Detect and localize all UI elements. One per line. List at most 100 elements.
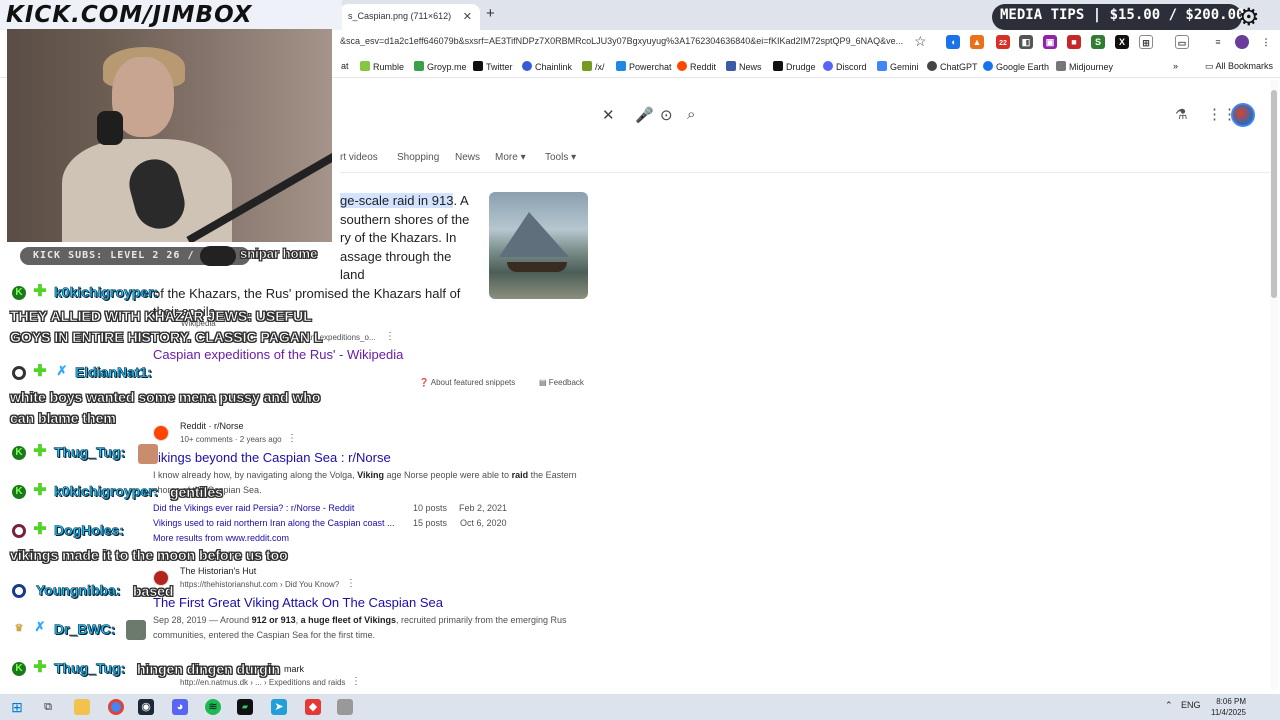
scrollbar-thumb[interactable] xyxy=(1271,90,1277,298)
extension-badge-icon[interactable]: 22 xyxy=(996,35,1010,49)
file-explorer-icon[interactable] xyxy=(74,699,90,715)
result-title-link[interactable]: Caspian expeditions of the Rus' - Wikipe… xyxy=(153,347,403,362)
profile-avatar[interactable] xyxy=(1235,35,1249,49)
sublink[interactable]: Vikings used to raid northern Iran along… xyxy=(153,518,394,528)
chat-username: EldianNat1: xyxy=(75,364,153,381)
more-results-link[interactable]: More results from www.reddit.com xyxy=(153,533,289,543)
discord-icon[interactable]: ◕ xyxy=(172,699,188,715)
tray-arrow-icon[interactable]: ⌃ xyxy=(1165,700,1173,711)
bookmark-item[interactable]: Reddit xyxy=(677,61,716,72)
task-view-icon[interactable]: ⧉ xyxy=(40,699,56,715)
media-icon[interactable]: ▭ xyxy=(1175,35,1189,49)
bookmark-item[interactable]: Drudge xyxy=(773,61,816,72)
result-title-link[interactable]: The First Great Viking Attack On The Cas… xyxy=(153,595,443,610)
bookmark-item[interactable]: Twitter xyxy=(473,61,513,72)
browser-tab[interactable]: s_Caspian.png (711×612) ✕ xyxy=(340,4,480,30)
dropdown-arrow-icon: ▾ xyxy=(520,152,526,163)
extension-icon[interactable]: S xyxy=(1091,35,1105,49)
painting-boat xyxy=(507,262,567,272)
plus-badge-icon: ✚ xyxy=(33,521,47,538)
obs-icon[interactable]: ▰ xyxy=(237,699,253,715)
bookmarks-overflow-icon[interactable]: » xyxy=(1173,61,1178,71)
telegram-icon[interactable]: ➤ xyxy=(271,699,287,715)
kick-subs-text: KICK SUBS: LEVEL 2 26 / 40 xyxy=(33,250,216,261)
tab-more[interactable]: More ▾ xyxy=(495,152,526,163)
bookmark-item[interactable]: Rumble xyxy=(360,61,404,72)
trophy-badge-icon: ♛ xyxy=(14,623,24,634)
extension-icon[interactable]: ◧ xyxy=(1019,35,1033,49)
snippet-highlight: ge-scale raid in 913 xyxy=(340,193,454,208)
all-bookmarks[interactable]: ▭ All Bookmarks xyxy=(1205,61,1273,72)
puzzle-icon[interactable]: ⊞ xyxy=(1139,35,1153,49)
chat-username: k0kichigroyper: xyxy=(54,483,159,500)
metamask-icon[interactable]: ▲ xyxy=(970,35,984,49)
result-title-link[interactable]: ikings beyond the Caspian Sea : r/Norse xyxy=(158,450,391,465)
bookmark-item[interactable]: Gemini xyxy=(877,61,919,72)
snippet-image[interactable] xyxy=(489,192,588,299)
search-icon[interactable]: ⌕ xyxy=(687,106,695,123)
steam-icon[interactable]: ◉ xyxy=(138,699,154,715)
feedback-link[interactable]: ▤ Feedback xyxy=(539,378,584,387)
bookmark-star-icon[interactable]: ☆ xyxy=(914,33,927,50)
more-options-icon[interactable]: ⋮ xyxy=(346,578,356,589)
more-options-icon[interactable]: ⋮ xyxy=(287,433,297,444)
bookmark-item[interactable]: Chainlink xyxy=(522,61,572,72)
app-icon[interactable]: ◆ xyxy=(305,699,321,715)
bookmark-item[interactable]: Google Earth xyxy=(983,61,1049,72)
chat-message: GOYS IN ENTIRE HISTORY. CLASSIC PAGAN L xyxy=(10,329,323,346)
more-options-icon[interactable]: ⋮ xyxy=(385,331,395,342)
search-input[interactable] xyxy=(340,98,712,132)
windows-start-icon[interactable]: ⊞ xyxy=(9,699,25,715)
tab-news[interactable]: News xyxy=(455,152,480,163)
chat-message: white boys wanted some mena pussy and wh… xyxy=(10,389,321,406)
spotify-icon[interactable]: ≋ xyxy=(205,699,221,715)
chrome-icon[interactable] xyxy=(108,699,124,715)
bookmark-item[interactable]: /x/ xyxy=(582,61,605,72)
bookmark-label: Reddit xyxy=(690,62,717,72)
kick-badge-icon: K xyxy=(12,485,26,499)
about-snippets-link[interactable]: ❓ About featured snippets xyxy=(419,378,515,387)
bookmark-item[interactable]: Powerchat xyxy=(616,61,672,72)
app-icon[interactable] xyxy=(337,699,353,715)
painting-mountain xyxy=(499,212,569,257)
bookmark-item[interactable]: ChatGPT xyxy=(927,61,978,72)
tab-shopping[interactable]: Shopping xyxy=(397,152,439,163)
extension-icon[interactable]: ■ xyxy=(1067,35,1081,49)
more-options-icon[interactable]: ⋮ xyxy=(351,676,361,687)
chat-message: vikings made it to the moon before us to… xyxy=(10,547,288,564)
address-bar[interactable]: &sca_esv=d1a2c1eff646079b&sxsrf=AE3TifND… xyxy=(340,36,910,46)
result-description: Sep 28, 2019 — Around 912 or 913, a huge… xyxy=(153,613,567,628)
bookmark-label: ChatGPT xyxy=(940,62,978,72)
google-account-avatar[interactable] xyxy=(1231,103,1255,127)
webcam-feed xyxy=(7,29,332,242)
kick-badge-icon: K xyxy=(12,446,26,460)
desc-part: the Eastern xyxy=(528,470,577,480)
bookmark-item[interactable]: News xyxy=(726,61,762,72)
desc-part: , recruited primarily from the emerging … xyxy=(396,615,567,625)
labs-icon[interactable]: ⚗ xyxy=(1175,106,1188,123)
new-tab-icon[interactable]: + xyxy=(486,5,495,22)
extension-icon[interactable]: ▣ xyxy=(1043,35,1057,49)
tab-close-icon[interactable]: ✕ xyxy=(463,10,472,23)
menu-icon[interactable]: ⋮ xyxy=(1259,35,1273,49)
tab-short-videos[interactable]: rt videos xyxy=(340,152,378,163)
bookmark-item[interactable]: Discord xyxy=(823,61,867,72)
sublink[interactable]: Did the Vikings ever raid Persia? : r/No… xyxy=(153,503,354,513)
snippet-line: of the Khazars, the Rus' promised the Kh… xyxy=(153,285,461,301)
clear-search-icon[interactable]: ✕ xyxy=(602,106,615,124)
extension-icon[interactable]: ◖ xyxy=(946,35,960,49)
bookmark-item[interactable]: Groyp.me xyxy=(414,61,467,72)
tab-title: s_Caspian.png (711×612) xyxy=(348,11,452,21)
lens-search-icon[interactable]: ⊙ xyxy=(660,106,673,124)
bookmark-item[interactable]: Midjourney xyxy=(1056,61,1113,72)
reading-list-icon[interactable]: ≡ xyxy=(1211,35,1225,49)
system-clock[interactable]: 8:06 PM 11/4/2025 xyxy=(1196,696,1246,718)
bookmark-item[interactable]: at xyxy=(341,61,349,71)
plus-badge-icon: ✚ xyxy=(33,363,47,380)
tab-tools[interactable]: Tools ▾ xyxy=(545,152,576,163)
page-scrollbar[interactable] xyxy=(1270,80,1278,690)
x-icon[interactable]: X xyxy=(1115,35,1129,49)
bookmark-label: /x/ xyxy=(595,62,605,72)
bookmark-label: Powerchat xyxy=(629,62,672,72)
voice-search-icon[interactable]: 🎤 xyxy=(635,106,654,124)
